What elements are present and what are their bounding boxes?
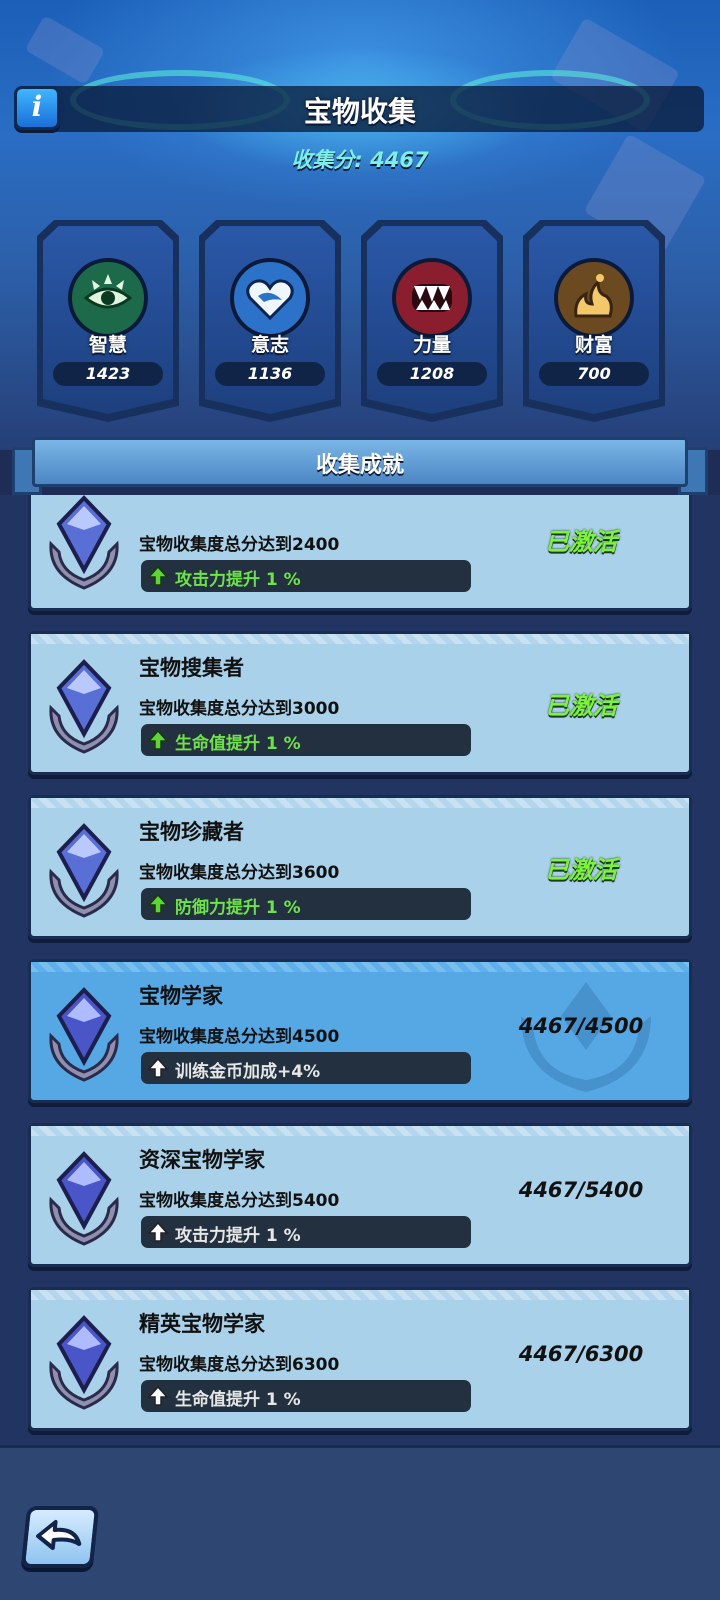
achievement-name: 宝物学家	[139, 984, 223, 1008]
up-arrow-icon	[147, 1221, 169, 1242]
achievement-row[interactable]: 宝物珍藏者 宝物收集度总分达到3600 防御力提升 1 % 已激活	[28, 795, 692, 939]
back-arrow-icon	[36, 1520, 82, 1550]
back-button[interactable]	[20, 1506, 100, 1568]
achievement-name: 宝物搜集者	[139, 656, 244, 680]
bonus-text: 攻击力提升 1 %	[175, 1226, 301, 1246]
stat-value: 1208	[377, 362, 487, 386]
achievement-list[interactable]: 宝物收集度总分达到2400 攻击力提升 1 % 已激活 宝物搜集者 宝物收集度总…	[0, 495, 720, 1445]
crystal-badge-icon	[49, 1151, 119, 1246]
crystal-badge-icon	[49, 659, 119, 754]
bonus-pill: 防御力提升 1 %	[141, 888, 471, 920]
achievement-requirement: 宝物收集度总分达到2400	[139, 535, 340, 555]
stat-card-power[interactable]: 力量 1208	[361, 220, 503, 422]
collection-score: 收集分: 4467	[291, 148, 429, 172]
achievement-requirement: 宝物收集度总分达到3000	[139, 699, 340, 719]
stat-name: 智慧	[88, 334, 127, 356]
stat-value: 1423	[53, 362, 163, 386]
up-arrow-icon	[147, 893, 169, 914]
fangs-icon	[392, 258, 472, 338]
achievements-header: 收集成就	[12, 437, 708, 495]
achievement-status: 已激活	[545, 692, 617, 720]
bonus-pill: 攻击力提升 1 %	[141, 560, 471, 592]
bonus-text: 生命值提升 1 %	[175, 1390, 301, 1410]
achievement-row[interactable]: 精英宝物学家 宝物收集度总分达到6300 生命值提升 1 % 4467/6300	[28, 1287, 692, 1431]
bottom-bar	[0, 1445, 720, 1600]
achievement-progress: 4467/6300	[518, 1342, 644, 1366]
bonus-text: 防御力提升 1 %	[175, 898, 301, 918]
stat-name: 意志	[250, 334, 289, 356]
up-arrow-icon	[147, 1057, 169, 1078]
achievement-requirement: 宝物收集度总分达到3600	[139, 863, 340, 883]
bonus-text: 生命值提升 1 %	[175, 734, 301, 754]
eye-emblem-icon	[68, 258, 148, 338]
achievement-name: 宝物珍藏者	[139, 820, 244, 844]
up-arrow-icon	[147, 729, 169, 750]
crystal-badge-icon	[49, 1315, 119, 1410]
achievement-requirement: 宝物收集度总分达到5400	[139, 1191, 340, 1211]
bonus-pill: 生命值提升 1 %	[141, 1380, 471, 1412]
crystal-badge-icon	[49, 823, 119, 918]
bonus-pill: 生命值提升 1 %	[141, 724, 471, 756]
stat-card-wisdom[interactable]: 智慧 1423	[37, 220, 179, 422]
achievement-name: 资深宝物学家	[139, 1148, 265, 1172]
achievement-row-current[interactable]: 宝物学家 宝物收集度总分达到4500 训练金币加成+4% 4467/4500	[28, 959, 692, 1103]
crystal-badge-icon	[49, 495, 119, 590]
crystal-badge-icon	[49, 987, 119, 1082]
stat-card-wealth[interactable]: 财富 700	[523, 220, 665, 422]
bonus-pill: 攻击力提升 1 %	[141, 1216, 471, 1248]
stat-value: 1136	[215, 362, 325, 386]
gold-flame-icon	[554, 258, 634, 338]
achievement-row[interactable]: 资深宝物学家 宝物收集度总分达到5400 攻击力提升 1 % 4467/5400	[28, 1123, 692, 1267]
bonus-pill: 训练金币加成+4%	[141, 1052, 471, 1084]
up-arrow-icon	[147, 1385, 169, 1406]
achievement-progress: 4467/5400	[518, 1178, 644, 1202]
heart-shark-icon	[230, 258, 310, 338]
achievement-requirement: 宝物收集度总分达到6300	[139, 1355, 340, 1375]
achievements-title: 收集成就	[315, 453, 404, 478]
stat-name: 财富	[574, 334, 613, 356]
bonus-text: 训练金币加成+4%	[175, 1062, 321, 1082]
achievement-status: 已激活	[545, 528, 617, 556]
achievement-status: 已激活	[545, 856, 617, 884]
achievement-name: 精英宝物学家	[139, 1312, 265, 1336]
achievement-row[interactable]: 宝物收集度总分达到2400 攻击力提升 1 % 已激活	[28, 495, 692, 611]
stat-value: 700	[539, 362, 649, 386]
up-arrow-icon	[147, 565, 169, 586]
achievement-row[interactable]: 宝物搜集者 宝物收集度总分达到3000 生命值提升 1 % 已激活	[28, 631, 692, 775]
page-title: 宝物收集	[303, 95, 416, 128]
stat-card-will[interactable]: 意志 1136	[199, 220, 341, 422]
achievement-progress: 4467/4500	[518, 1014, 644, 1038]
achievement-requirement: 宝物收集度总分达到4500	[139, 1027, 340, 1047]
stat-name: 力量	[412, 334, 451, 356]
bonus-text: 攻击力提升 1 %	[175, 570, 301, 590]
